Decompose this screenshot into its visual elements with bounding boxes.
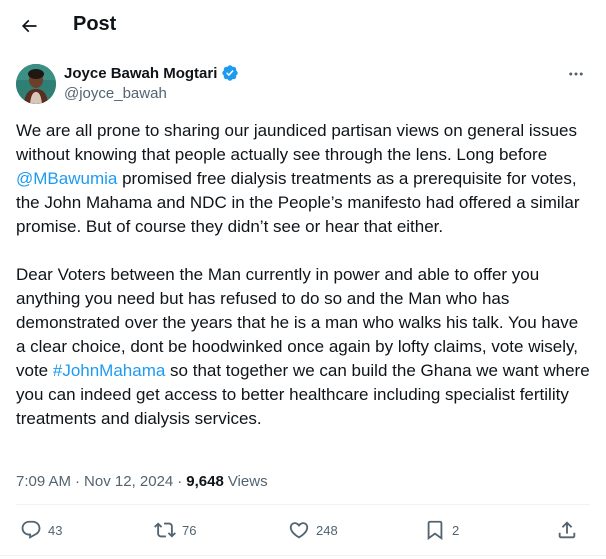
post-meta: 7:09 AM · Nov 12, 2024 · 9,648 Views (16, 471, 268, 491)
post-date[interactable]: Nov 12, 2024 (84, 473, 173, 490)
more-options-button[interactable] (562, 64, 590, 84)
author-names: Joyce Bawah Mogtari @joyce_bawah (64, 63, 239, 102)
divider (16, 504, 590, 505)
author-display-name[interactable]: Joyce Bawah Mogtari (64, 65, 217, 82)
reply-count: 43 (48, 522, 63, 538)
avatar[interactable] (16, 64, 56, 104)
mention-link[interactable]: @MBawumia (16, 169, 117, 188)
share-icon (558, 521, 576, 539)
like-icon (289, 522, 309, 539)
like-button[interactable]: 248 (288, 515, 338, 545)
post-time[interactable]: 7:09 AM (16, 473, 71, 490)
share-button[interactable] (556, 515, 578, 545)
divider (0, 555, 606, 556)
action-bar: 43 76 248 2 (16, 515, 590, 545)
views-count: 9,648 (186, 472, 224, 490)
reply-button[interactable]: 43 (20, 515, 62, 545)
repost-count: 76 (182, 522, 197, 538)
bookmark-icon (427, 520, 443, 541)
meta-separator: · (75, 472, 81, 490)
post-author: Joyce Bawah Mogtari @joyce_bawah (16, 62, 590, 106)
back-button[interactable] (12, 9, 46, 43)
more-horizontal-icon (569, 72, 583, 76)
post-paragraph: Dear Voters between the Man currently in… (16, 265, 590, 428)
post-text: We are all prone to sharing our jaundice… (16, 119, 590, 455)
like-count: 248 (316, 522, 338, 538)
post-header: Post (0, 0, 606, 53)
meta-separator: · (177, 472, 183, 490)
verified-badge-icon (222, 65, 239, 81)
post-paragraph: We are all prone to sharing our jaundice… (16, 121, 580, 236)
page-title: Post (73, 13, 117, 35)
author-handle[interactable]: @joyce_bawah (64, 85, 239, 102)
bookmark-count: 2 (452, 522, 460, 538)
views-label: Views (227, 472, 268, 490)
hashtag-link[interactable]: #JohnMahama (53, 361, 165, 380)
repost-button[interactable]: 76 (154, 515, 196, 545)
bookmark-button[interactable]: 2 (424, 515, 459, 545)
repost-icon (154, 522, 176, 538)
reply-icon (21, 520, 41, 539)
arrow-left-icon (21, 19, 37, 33)
